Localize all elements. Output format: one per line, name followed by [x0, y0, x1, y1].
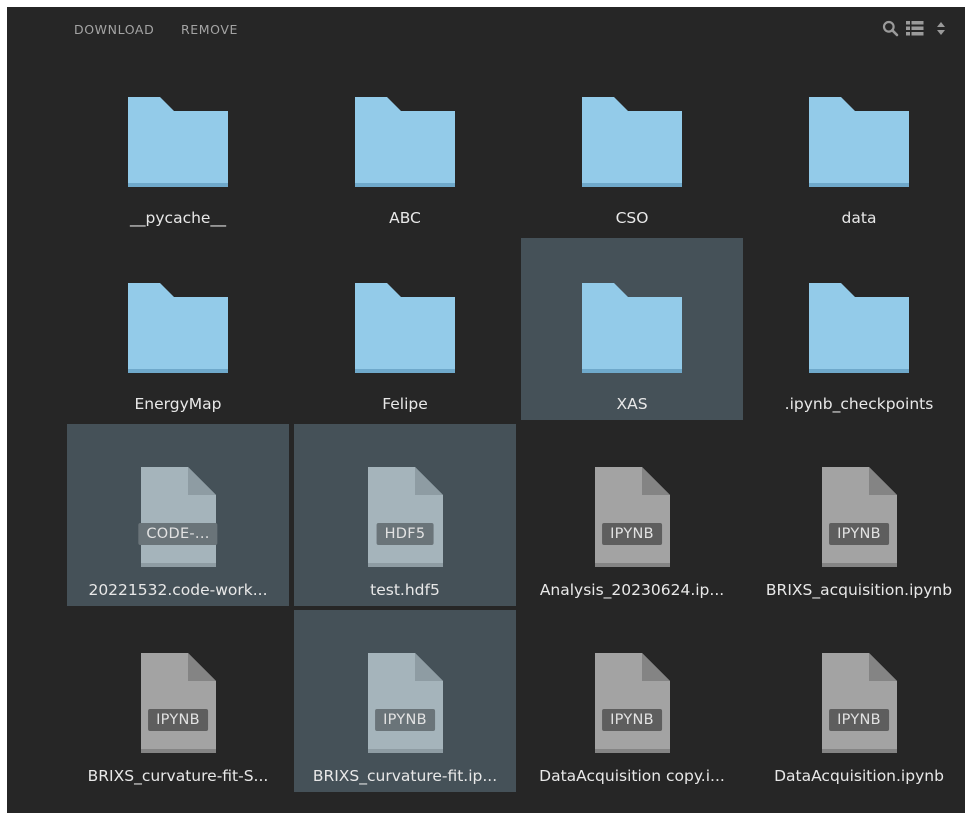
- document-icon: IPYNB: [809, 467, 909, 567]
- file-type-badge: IPYNB: [829, 523, 889, 545]
- file-name-label: test.hdf5: [370, 581, 440, 599]
- file-tile[interactable]: IPYNB DataAcquisition.ipynb: [748, 610, 965, 792]
- file-grid: __pycache__ ABC CSO data EnergyMap Felip…: [67, 52, 965, 792]
- file-tile[interactable]: IPYNB BRIXS_curvature-fit.ip...: [294, 610, 516, 792]
- file-type-badge: IPYNB: [829, 709, 889, 731]
- file-name-label: DataAcquisition copy.i...: [539, 767, 725, 785]
- folder-icon: [355, 95, 455, 195]
- file-name-label: EnergyMap: [134, 395, 222, 413]
- file-name-label: data: [841, 209, 877, 227]
- file-type-badge: IPYNB: [602, 709, 662, 731]
- file-type-badge: HDF5: [376, 523, 434, 545]
- folder-tile[interactable]: .ipynb_checkpoints: [748, 238, 965, 420]
- folder-tile[interactable]: CSO: [521, 52, 743, 234]
- file-name-label: .ipynb_checkpoints: [784, 395, 934, 413]
- document-icon: HDF5: [355, 467, 455, 567]
- file-name-label: BRIXS_acquisition.ipynb: [765, 581, 953, 599]
- file-tile[interactable]: HDF5 test.hdf5: [294, 424, 516, 606]
- file-name-label: BRIXS_curvature-fit.ip...: [312, 767, 498, 785]
- list-view-icon[interactable]: [906, 20, 924, 41]
- folder-icon: [128, 95, 228, 195]
- folder-icon: [582, 281, 682, 381]
- sort-icon[interactable]: [936, 20, 946, 41]
- file-name-label: 20221532.code-work...: [88, 581, 268, 599]
- file-name-label: __pycache__: [130, 209, 226, 227]
- remove-button[interactable]: REMOVE: [181, 22, 238, 37]
- document-icon: IPYNB: [582, 653, 682, 753]
- folder-icon: [809, 95, 909, 195]
- folder-tile[interactable]: Felipe: [294, 238, 516, 420]
- file-name-label: Analysis_20230624.ip...: [539, 581, 725, 599]
- file-name-label: ABC: [389, 209, 421, 227]
- folder-tile[interactable]: __pycache__: [67, 52, 289, 234]
- file-type-badge: IPYNB: [375, 709, 435, 731]
- file-name-label: BRIXS_curvature-fit-S...: [87, 767, 269, 785]
- document-icon: CODE-...: [128, 467, 228, 567]
- file-browser-panel: DOWNLOAD REMOVE __pycache__ ABC CSO data…: [7, 7, 965, 813]
- folder-tile[interactable]: XAS: [521, 238, 743, 420]
- file-name-label: CSO: [615, 209, 649, 227]
- folder-tile[interactable]: EnergyMap: [67, 238, 289, 420]
- file-tile[interactable]: IPYNB Analysis_20230624.ip...: [521, 424, 743, 606]
- file-tile[interactable]: IPYNB BRIXS_acquisition.ipynb: [748, 424, 965, 606]
- file-name-label: XAS: [616, 395, 648, 413]
- file-type-badge: IPYNB: [602, 523, 662, 545]
- file-type-badge: IPYNB: [148, 709, 208, 731]
- folder-icon: [128, 281, 228, 381]
- download-button[interactable]: DOWNLOAD: [74, 22, 154, 37]
- document-icon: IPYNB: [128, 653, 228, 753]
- document-icon: IPYNB: [355, 653, 455, 753]
- file-tile[interactable]: IPYNB BRIXS_curvature-fit-S...: [67, 610, 289, 792]
- search-icon[interactable]: [882, 20, 899, 41]
- file-tile[interactable]: IPYNB DataAcquisition copy.i...: [521, 610, 743, 792]
- file-name-label: Felipe: [382, 395, 428, 413]
- document-icon: IPYNB: [809, 653, 909, 753]
- folder-icon: [582, 95, 682, 195]
- toolbar: DOWNLOAD REMOVE: [7, 7, 965, 51]
- folder-tile[interactable]: data: [748, 52, 965, 234]
- file-tile[interactable]: CODE-... 20221532.code-work...: [67, 424, 289, 606]
- file-name-label: DataAcquisition.ipynb: [774, 767, 944, 785]
- file-type-badge: CODE-...: [138, 523, 218, 545]
- folder-icon: [355, 281, 455, 381]
- document-icon: IPYNB: [582, 467, 682, 567]
- folder-tile[interactable]: ABC: [294, 52, 516, 234]
- folder-icon: [809, 281, 909, 381]
- toolbar-icons: [875, 20, 965, 38]
